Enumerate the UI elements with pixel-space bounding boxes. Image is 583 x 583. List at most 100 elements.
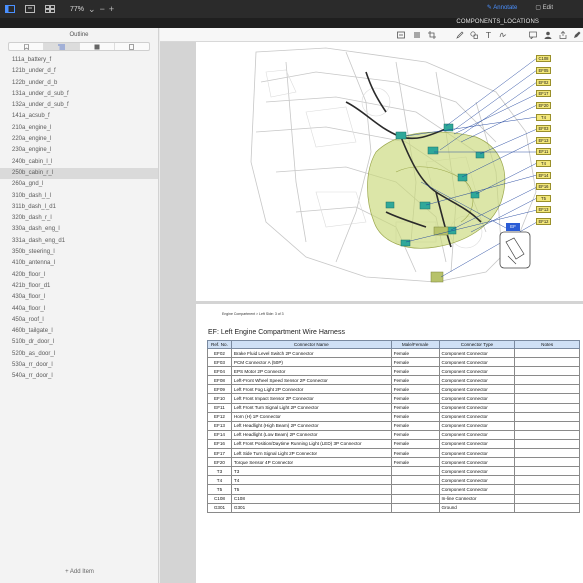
document-viewport[interactable]: C108 EF05 EF02 EF17 EF20 T4 EF03 EF13 EF… <box>160 42 583 583</box>
outline-item[interactable]: 540a_rr_door_l <box>0 371 158 382</box>
outline-item[interactable]: 450a_roof_l <box>0 315 158 326</box>
table-cell: G301 <box>230 502 392 513</box>
table-cell <box>390 475 440 486</box>
table-cell: Left Headlight (High Beam) 2P Connector <box>230 420 392 431</box>
table-cell: Female <box>390 357 440 368</box>
table-cell <box>514 484 580 495</box>
document-title-bar: COMPONENTS_LOCATIONS <box>0 18 583 28</box>
table-cell <box>514 475 580 486</box>
tab-pages[interactable] <box>115 43 149 50</box>
outline-item[interactable]: 220a_engine_l <box>0 134 158 145</box>
outline-item[interactable]: 350b_steering_l <box>0 247 158 258</box>
list-icon[interactable] <box>413 31 421 39</box>
outline-item[interactable]: 121b_under_d_f <box>0 66 158 77</box>
table-cell: Component Connector <box>438 466 516 477</box>
column-header: Connector Name <box>230 340 392 349</box>
table-row: EF02 Brake Fluid Level Switch 2P Connecto… <box>207 347 580 359</box>
outline-item[interactable]: 260a_gnd_l <box>0 179 158 190</box>
table-cell: Component Connector <box>438 375 516 386</box>
user-icon[interactable] <box>544 31 552 39</box>
sign-icon[interactable] <box>499 31 507 39</box>
edit-label: Edit <box>542 5 553 11</box>
edit-mode-button[interactable]: ▢ Edit <box>535 4 553 11</box>
zoom-in-button[interactable]: + <box>109 4 114 14</box>
outline-item[interactable]: 440a_floor_l <box>0 304 158 315</box>
outline-item[interactable]: 330a_dash_eng_l <box>0 224 158 235</box>
page-breadcrumb: Engine Compartment > Left Side: 3 of 3 <box>222 312 284 316</box>
table-cell: EF08 <box>207 375 232 386</box>
table-cell: Component Connector <box>438 366 516 377</box>
share-icon[interactable] <box>559 31 567 39</box>
note-icon[interactable] <box>529 31 537 39</box>
grid-view-icon[interactable] <box>44 4 56 14</box>
table-cell: Component Connector <box>438 411 516 422</box>
connector-label: EF05 <box>536 67 551 74</box>
shapes-icon[interactable] <box>470 31 478 39</box>
text-recognition-icon[interactable] <box>397 31 405 39</box>
outline-item[interactable]: 250b_cabin_r_l <box>0 167 158 180</box>
table-cell <box>514 366 580 377</box>
pen-icon[interactable] <box>456 31 464 39</box>
table-row: T3 T3 Component Connector <box>207 466 580 477</box>
table-cell: T5 <box>207 484 232 495</box>
highlighter-icon[interactable] <box>573 31 581 39</box>
outline-item[interactable]: 230a_engine_l <box>0 145 158 156</box>
outline-item[interactable]: 420b_floor_l <box>0 270 158 281</box>
table-cell: Component Connector <box>438 384 516 395</box>
outline-item[interactable]: 510b_dr_door_l <box>0 337 158 348</box>
zoom-out-button[interactable]: − <box>100 4 105 14</box>
table-cell: Female <box>390 411 440 422</box>
table-cell: EF11 <box>207 402 232 413</box>
table-row: EF04 EPS Motor 2P Connector Female Componen… <box>207 366 580 377</box>
outline-item[interactable]: 141a_acsub_f <box>0 111 158 122</box>
outline-item[interactable]: 240b_cabin_l_l <box>0 157 158 168</box>
zoom-value[interactable]: 77% <box>70 6 84 13</box>
chevron-down-icon[interactable]: ⌄ <box>88 4 96 15</box>
outline-item[interactable]: 122b_under_d_b <box>0 78 158 89</box>
table-cell: EF12 <box>207 411 232 422</box>
outline-item[interactable]: 460b_tailgate_l <box>0 326 158 337</box>
sidebar-toggle-icon[interactable] <box>4 4 16 14</box>
outline-item[interactable]: 111a_battery_f <box>0 55 158 66</box>
table-row: EF11 Left Front Turn Signal Light 2P Conn… <box>207 402 580 413</box>
outline-item[interactable]: 520b_as_door_l <box>0 349 158 360</box>
single-page-view-icon[interactable] <box>24 4 36 14</box>
table-row: EF08 Left-Front Wheel Speed Sensor 2P Con… <box>207 375 580 386</box>
table-cell: Left-Front Wheel Speed Sensor 2P Connect… <box>230 375 392 386</box>
table-cell: EF03 <box>207 357 232 368</box>
outline-item[interactable]: 131a_under_d_sub_f <box>0 89 158 100</box>
crop-icon[interactable] <box>428 31 436 39</box>
outline-item[interactable]: 132a_under_d_sub_f <box>0 100 158 111</box>
tab-bookmarks[interactable] <box>9 43 45 50</box>
outline-item[interactable]: 421b_floor_d1 <box>0 281 158 292</box>
zoom-control[interactable]: 77% ⌄ − + <box>70 4 114 15</box>
annotate-mode-button[interactable]: ✎ Annotate <box>487 4 517 11</box>
table-cell: Ground <box>438 502 516 513</box>
outline-item[interactable]: 430a_floor_l <box>0 292 158 303</box>
outline-icon <box>57 44 65 49</box>
table-cell: Female <box>390 402 440 413</box>
table-cell <box>514 411 580 422</box>
table-row: G301 G301 Ground <box>207 502 580 513</box>
connector-label: EF14 <box>536 172 551 179</box>
table-cell: EF09 <box>207 384 232 395</box>
column-header: Connector Type <box>438 340 516 349</box>
outline-item[interactable]: 311b_dash_l_d1 <box>0 202 158 213</box>
connector-label: EF17 <box>536 90 551 97</box>
table-cell <box>514 457 580 468</box>
outline-item[interactable]: 530a_rr_door_l <box>0 360 158 371</box>
add-item-button[interactable]: + Add Item <box>0 569 159 575</box>
text-tool-icon[interactable]: T <box>485 31 493 39</box>
title-bar: 77% ⌄ − + ✎ Annotate ▢ Edit <box>0 0 583 18</box>
table-row: EF16 Left Front Position/Daytime Running … <box>207 438 580 450</box>
outline-item[interactable]: 310b_dash_l_l <box>0 191 158 202</box>
tab-outline[interactable] <box>44 43 80 50</box>
table-cell: Component Connector <box>438 420 516 431</box>
outline-item[interactable]: 410b_antenna_l <box>0 258 158 269</box>
table-cell <box>514 438 580 450</box>
tab-thumbnails[interactable] <box>80 43 115 50</box>
outline-item[interactable]: 320b_dash_r_l <box>0 213 158 224</box>
outline-item[interactable]: 331a_dash_eng_d1 <box>0 236 158 247</box>
table-row: EF20 Torque Sensor 4P Connector Female Comp… <box>207 457 580 468</box>
outline-item[interactable]: 210a_engine_l <box>0 123 158 134</box>
